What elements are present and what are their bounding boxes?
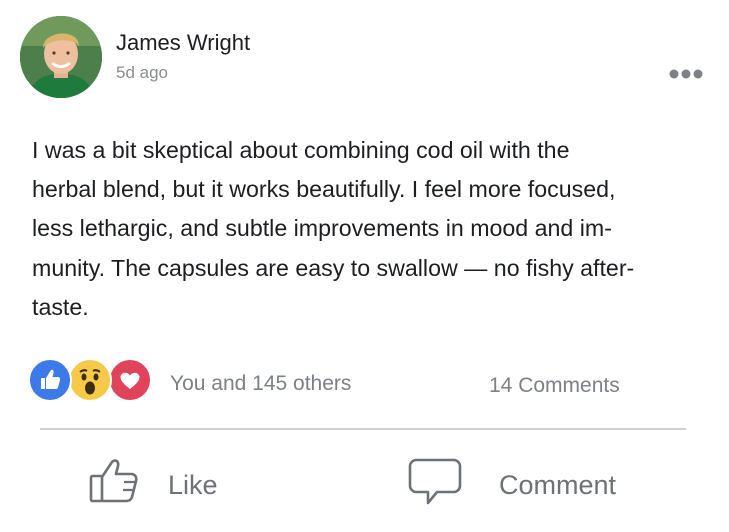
comment-label: Comment <box>499 470 617 500</box>
avatar[interactable] <box>20 16 102 98</box>
comment-count[interactable]: 14 Comments <box>489 374 620 398</box>
like-label: Like <box>168 470 218 500</box>
author-name[interactable]: James Wright <box>116 30 250 56</box>
like-button[interactable]: Like <box>86 448 286 512</box>
reaction-summary[interactable]: You and 145 others <box>170 372 351 396</box>
avatar-image <box>20 16 102 98</box>
comment-button[interactable]: Comment <box>406 448 666 512</box>
speech-bubble-icon <box>408 458 462 505</box>
thumbs-up-icon <box>89 459 138 503</box>
more-options-button[interactable] <box>668 66 704 82</box>
reaction-icons[interactable] <box>28 358 152 402</box>
love-icon <box>108 358 152 402</box>
divider <box>40 428 686 430</box>
like-icon <box>28 358 72 402</box>
post-timestamp[interactable]: 5d ago <box>116 63 168 83</box>
more-dots-icon <box>669 69 703 79</box>
wow-icon <box>68 358 112 402</box>
post-text: I was a bit skeptical about combining co… <box>32 137 635 320</box>
